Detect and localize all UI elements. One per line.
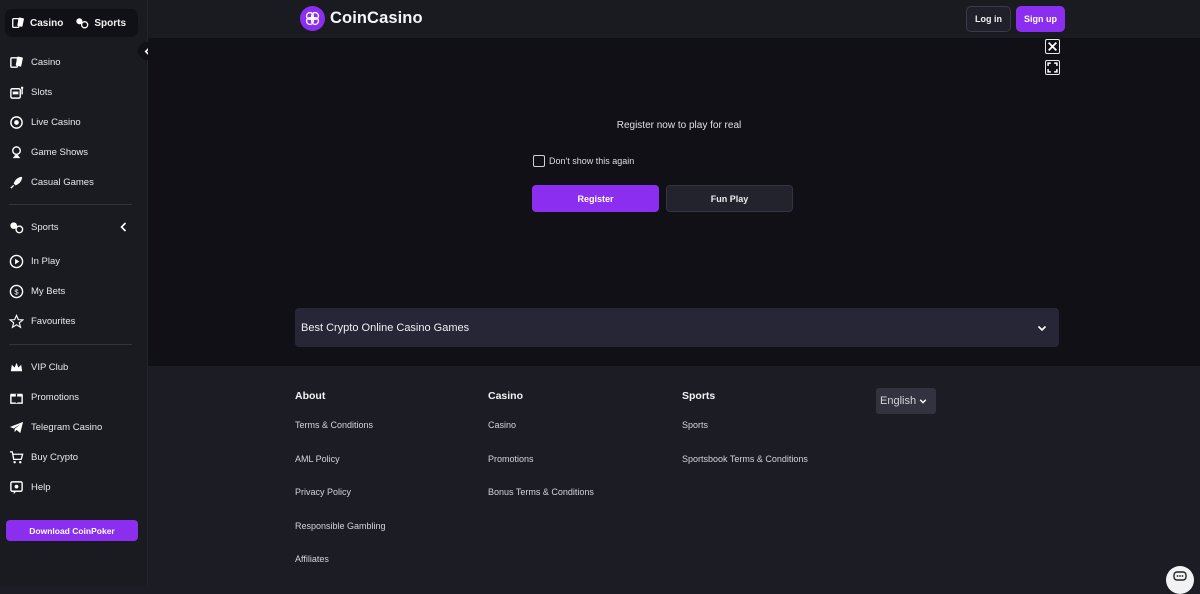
sidebar-item-label: VIP Club [31,361,69,373]
footer-link[interactable]: AML Policy [295,454,386,488]
bets-icon: $ [9,284,24,298]
sports-icon [10,221,24,233]
footer-link[interactable]: Sports [682,420,808,454]
sidebar-item-label: Favourites [31,315,76,327]
sidebar-item-help[interactable]: Help [9,476,139,498]
game-show-icon [12,145,21,158]
mode-toggle: Casino Sports [5,9,138,37]
footer-column-casino: Casino Casino Promotions Bonus Terms & C… [488,390,594,521]
sidebar-item-casino[interactable]: Casino [9,51,139,73]
footer-link[interactable]: Bonus Terms & Conditions [488,487,594,521]
sidebar-item-label: Casino [31,56,61,68]
footer-heading: Casino [488,390,524,402]
sidebar-item-in-play[interactable]: In Play [9,250,139,272]
header: CoinCasino Log in Sign up [148,0,1200,38]
sidebar: Casino Sports Casino Slots Live Casino G… [0,0,148,585]
sidebar-item-label: Buy Crypto [31,451,78,463]
register-prompt: Register now to play for real [616,120,742,131]
mode-casino-label: Casino [30,17,64,29]
logo-text: CoinCasino [330,9,423,27]
sidebar-item-label: Game Shows [31,146,89,158]
sidebar-item-label: Promotions [31,391,80,403]
language-value: English [880,395,917,407]
footer-link[interactable]: Sportsbook Terms & Conditions [682,454,808,488]
rocket-icon [10,176,23,189]
sidebar-item-buy-crypto[interactable]: Buy Crypto [9,446,139,468]
sidebar-item-label: Help [31,481,51,493]
sidebar-item-label: Live Casino [31,116,81,128]
footer-link[interactable]: Privacy Policy [295,487,386,521]
crown-icon [10,362,23,371]
sidebar-item-telegram-casino[interactable]: Telegram Casino [9,416,139,438]
chevron-left-icon[interactable] [116,222,131,232]
footer-heading: About [295,390,326,402]
footer-link[interactable]: Terms & Conditions [295,420,386,454]
sidebar-item-label: My Bets [31,285,66,297]
sidebar-item-my-bets[interactable]: $ My Bets [9,280,139,302]
sidebar-item-sports[interactable]: Sports [9,216,139,238]
gift-icon [10,393,23,404]
accordion-title: Best Crypto Online Casino Games [301,321,470,334]
casino-games-accordion[interactable]: Best Crypto Online Casino Games [295,308,1059,347]
sidebar-item-casual-games[interactable]: Casual Games [9,171,139,193]
sidebar-item-vip-club[interactable]: VIP Club [9,356,139,378]
sidebar-divider [9,204,132,205]
download-coinpoker-button[interactable]: Download CoinPoker [6,520,138,541]
sidebar-item-promotions[interactable]: Promotions [9,386,139,408]
sidebar-item-live-casino[interactable]: Live Casino [9,111,139,133]
star-icon [9,313,24,329]
dont-show-label: Don't show this again [549,156,635,166]
coincasino-logo-icon [300,6,325,31]
game-area: Register now to play for real Don't show… [148,38,1200,366]
play-circle-icon [9,254,24,268]
dont-show-checkbox[interactable] [533,155,545,167]
fun-play-button[interactable]: Fun Play [666,185,793,212]
sidebar-item-label: Casual Games [31,176,94,188]
signup-button[interactable]: Sign up [1016,6,1065,32]
dont-show-again: Don't show this again [533,155,634,167]
close-game-button[interactable] [1045,39,1060,54]
login-button[interactable]: Log in [966,6,1011,32]
sidebar-item-game-shows[interactable]: Game Shows [9,141,139,163]
sidebar-item-label: Telegram Casino [31,421,103,433]
fullscreen-icon [1047,62,1058,73]
chat-button[interactable] [1166,566,1194,594]
chat-icon [1173,571,1187,581]
footer-heading: Sports [682,390,716,402]
live-casino-icon [10,115,23,129]
mode-sports-label: Sports [94,17,127,29]
mode-casino-button[interactable]: Casino [5,9,69,37]
help-icon [10,480,23,494]
sidebar-item-label: In Play [31,255,61,267]
fullscreen-button[interactable] [1045,60,1060,75]
cart-icon [9,450,24,463]
footer-link[interactable]: Promotions [488,454,594,488]
close-icon [1048,42,1057,51]
slot-machine-icon [10,86,24,99]
sidebar-item-label: Slots [31,86,53,98]
telegram-icon [9,421,24,433]
language-select[interactable]: English [876,388,936,414]
chevron-down-icon [1037,325,1047,331]
logo[interactable]: CoinCasino [300,6,423,31]
cards-icon [10,56,23,68]
footer-link[interactable]: Responsible Gambling [295,521,386,555]
footer-link[interactable]: Affiliates [295,554,386,588]
sports-icon [76,18,89,29]
sidebar-item-favourites[interactable]: Favourites [9,310,139,332]
cards-icon [12,17,24,29]
footer: About Terms & Conditions AML Policy Priv… [148,366,1200,585]
sidebar-item-label: Sports [31,221,59,233]
chevron-down-icon [919,399,927,404]
register-button[interactable]: Register [532,185,659,212]
footer-link[interactable]: Casino [488,420,594,454]
mode-sports-button[interactable]: Sports [69,9,132,37]
footer-column-about: About Terms & Conditions AML Policy Priv… [295,390,386,588]
footer-column-sports: Sports Sports Sportsbook Terms & Conditi… [682,390,808,487]
svg-text:$: $ [14,287,19,296]
sidebar-item-slots[interactable]: Slots [9,81,139,103]
sidebar-divider [9,344,132,345]
